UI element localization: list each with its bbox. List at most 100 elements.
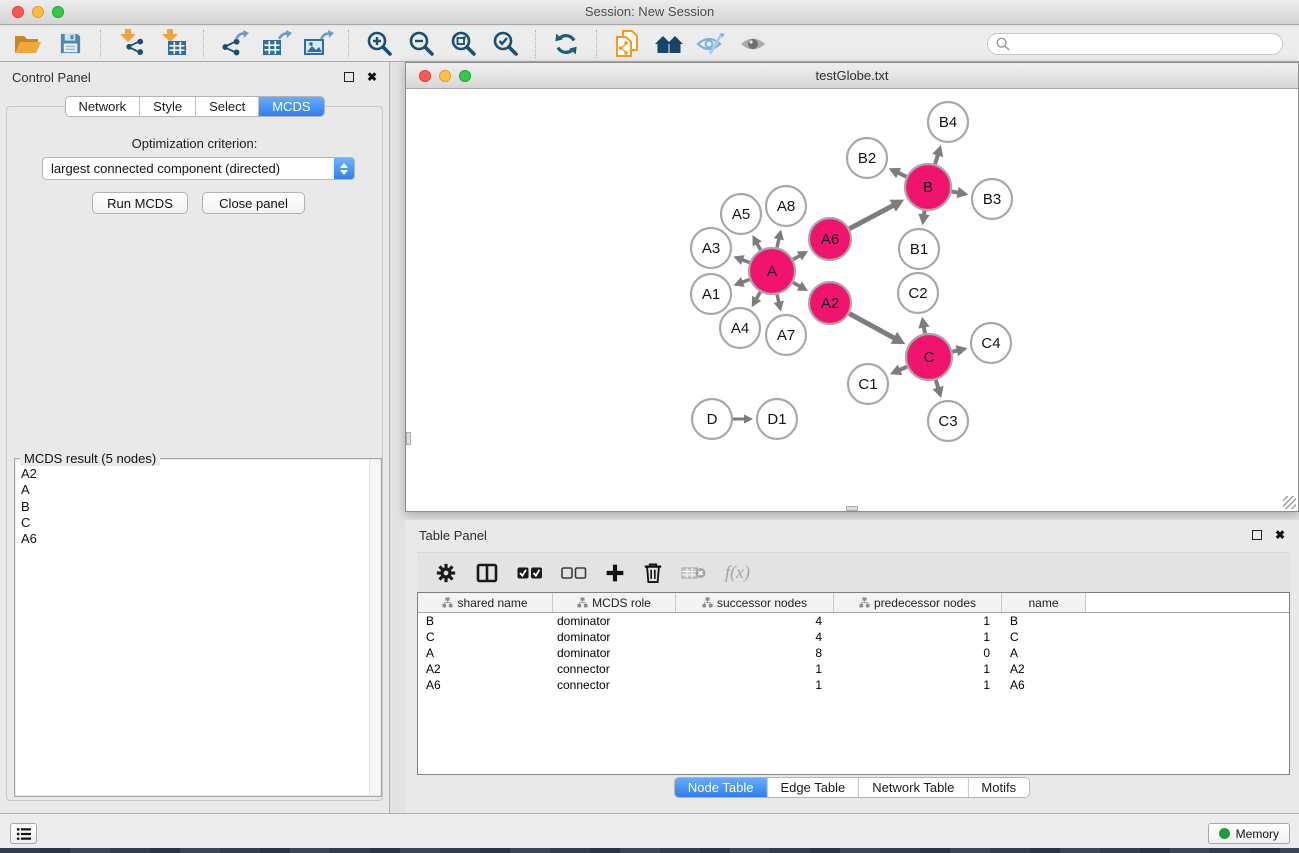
graph-edge-A-A8[interactable] bbox=[774, 229, 784, 247]
table-tab-motifs[interactable]: Motifs bbox=[968, 778, 1029, 797]
graph-node-A7[interactable]: A7 bbox=[766, 315, 806, 355]
table-tab-network-table[interactable]: Network Table bbox=[859, 778, 968, 797]
memory-button[interactable]: Memory bbox=[1208, 823, 1290, 844]
graph-node-B2[interactable]: B2 bbox=[847, 138, 887, 178]
close-panel-icon[interactable]: ✖ bbox=[367, 72, 377, 82]
table-row[interactable]: A6connector11A6 bbox=[418, 677, 1289, 693]
graph-edge-A-A2[interactable] bbox=[793, 282, 808, 291]
network-window-minimize-button[interactable] bbox=[439, 70, 451, 82]
function-builder-button[interactable]: f(x) bbox=[725, 562, 750, 583]
scrollbar[interactable] bbox=[369, 460, 380, 795]
table-settings-button[interactable] bbox=[435, 562, 457, 584]
task-history-button[interactable] bbox=[10, 823, 37, 844]
resize-grip-icon[interactable] bbox=[1283, 496, 1296, 509]
graph-node-A6[interactable]: A6 bbox=[809, 218, 851, 260]
graph-node-C3[interactable]: C3 bbox=[928, 401, 968, 441]
select-all-button[interactable] bbox=[517, 566, 543, 580]
hide-panels-button[interactable] bbox=[693, 29, 729, 59]
graph-edge-C-C2[interactable] bbox=[918, 317, 929, 334]
tab-style[interactable]: Style bbox=[140, 97, 196, 116]
table-row[interactable]: Adominator80A bbox=[418, 645, 1289, 661]
mcds-result-item[interactable]: A2 bbox=[16, 466, 380, 482]
network-canvas[interactable]: AA1A2A3A4A5A6A7A8BB1B2B3B4CC1C2C3C4DD1 bbox=[406, 90, 1298, 511]
column-header-name[interactable]: name bbox=[1002, 593, 1086, 612]
graph-edge-A-A5[interactable] bbox=[752, 235, 761, 250]
home-button[interactable] bbox=[651, 29, 687, 59]
column-header-mcds-role[interactable]: MCDS role bbox=[553, 593, 676, 612]
table-row[interactable]: Bdominator41B bbox=[418, 613, 1289, 629]
criterion-select[interactable]: largest connected component (directed) bbox=[42, 157, 355, 180]
graph-node-A2[interactable]: A2 bbox=[809, 282, 851, 324]
export-network-button[interactable] bbox=[216, 29, 252, 59]
import-network-button[interactable] bbox=[113, 29, 149, 59]
table-row[interactable]: A2connector11A2 bbox=[418, 661, 1289, 677]
graph-edge-B-B2[interactable] bbox=[889, 168, 907, 178]
window-close-button[interactable] bbox=[12, 6, 24, 18]
window-zoom-button[interactable] bbox=[52, 6, 64, 18]
graph-node-A5[interactable]: A5 bbox=[721, 194, 761, 234]
graph-edge-C-C4[interactable] bbox=[952, 345, 967, 356]
zoom-in-button[interactable] bbox=[361, 29, 397, 59]
deselect-all-button[interactable] bbox=[561, 566, 587, 580]
graph-node-A4[interactable]: A4 bbox=[720, 308, 760, 348]
column-header-shared-name[interactable]: shared name bbox=[418, 593, 553, 612]
tab-select[interactable]: Select bbox=[196, 97, 259, 116]
close-panel-button[interactable]: Close panel bbox=[202, 192, 305, 214]
mcds-result-item[interactable]: A6 bbox=[16, 531, 380, 547]
graph-edge-A-A3[interactable] bbox=[733, 255, 749, 265]
delete-table-button[interactable] bbox=[681, 564, 707, 582]
column-header-predecessor-nodes[interactable]: predecessor nodes bbox=[834, 593, 1002, 612]
network-window-close-button[interactable] bbox=[419, 70, 431, 82]
open-session-button[interactable] bbox=[10, 29, 46, 59]
graph-edge-B-B1[interactable] bbox=[918, 211, 929, 225]
graph-node-A1[interactable]: A1 bbox=[691, 274, 731, 314]
mcds-result-item[interactable]: A bbox=[16, 482, 380, 498]
import-table-button[interactable] bbox=[155, 29, 191, 59]
duplicate-network-button[interactable] bbox=[609, 29, 645, 59]
graph-edge-C-C1[interactable] bbox=[890, 365, 907, 375]
tab-mcds[interactable]: MCDS bbox=[259, 97, 323, 116]
splitter-grip-bottom[interactable] bbox=[846, 506, 858, 511]
search-input[interactable] bbox=[987, 33, 1283, 55]
graph-edge-A6-B[interactable] bbox=[849, 200, 904, 229]
create-column-button[interactable] bbox=[605, 563, 625, 583]
close-panel-icon[interactable]: ✖ bbox=[1275, 530, 1285, 540]
refresh-layout-button[interactable] bbox=[548, 29, 584, 59]
tab-network[interactable]: Network bbox=[65, 97, 140, 116]
graph-edge-A2-C[interactable] bbox=[849, 314, 905, 345]
graph-edge-B-B4[interactable] bbox=[932, 145, 943, 164]
graph-node-C2[interactable]: C2 bbox=[898, 273, 938, 313]
graph-node-A3[interactable]: A3 bbox=[691, 228, 731, 268]
show-column-button[interactable] bbox=[475, 562, 499, 584]
graph-node-B1[interactable]: B1 bbox=[899, 229, 939, 269]
graph-node-D1[interactable]: D1 bbox=[757, 399, 797, 439]
zoom-out-button[interactable] bbox=[403, 29, 439, 59]
network-window-zoom-button[interactable] bbox=[459, 70, 471, 82]
table-tab-edge-table[interactable]: Edge Table bbox=[767, 778, 859, 797]
graph-edge-A-A4[interactable] bbox=[752, 292, 761, 307]
graph-node-D[interactable]: D bbox=[692, 399, 732, 439]
graph-node-B[interactable]: B bbox=[905, 164, 951, 210]
zoom-selected-button[interactable] bbox=[487, 29, 523, 59]
graph-edge-C-C3[interactable] bbox=[933, 380, 944, 398]
graph-edge-B-B3[interactable] bbox=[952, 187, 969, 198]
graph-node-C4[interactable]: C4 bbox=[971, 323, 1011, 363]
float-panel-icon[interactable] bbox=[344, 72, 354, 82]
window-minimize-button[interactable] bbox=[32, 6, 44, 18]
run-mcds-button[interactable]: Run MCDS bbox=[92, 192, 188, 214]
export-table-button[interactable] bbox=[258, 29, 294, 59]
graph-edge-D-D1[interactable] bbox=[733, 414, 753, 423]
table-tab-node-table[interactable]: Node Table bbox=[675, 778, 768, 797]
graph-node-A[interactable]: A bbox=[749, 248, 795, 294]
graph-edge-A-A7[interactable] bbox=[774, 294, 784, 311]
graph-node-B4[interactable]: B4 bbox=[928, 102, 968, 142]
column-header-successor-nodes[interactable]: successor nodes bbox=[676, 593, 834, 612]
graph-node-B3[interactable]: B3 bbox=[972, 179, 1012, 219]
zoom-fit-button[interactable] bbox=[445, 29, 481, 59]
graph-node-A8[interactable]: A8 bbox=[766, 186, 806, 226]
export-image-button[interactable] bbox=[300, 29, 336, 59]
graph-edge-A-A1[interactable] bbox=[733, 277, 749, 287]
graph-node-C[interactable]: C bbox=[906, 334, 952, 380]
save-session-button[interactable] bbox=[52, 29, 88, 59]
splitter-grip-left[interactable] bbox=[406, 432, 411, 445]
